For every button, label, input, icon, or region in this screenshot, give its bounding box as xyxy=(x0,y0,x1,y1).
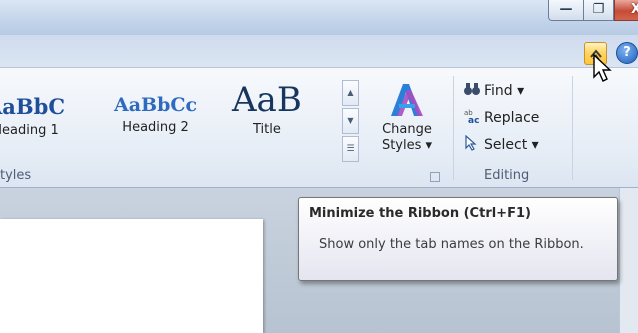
svg-text:ac: ac xyxy=(468,116,479,124)
window-minimize-button[interactable]: — xyxy=(548,0,584,21)
tooltip-body: Show only the tab names on the Ribbon. xyxy=(319,237,584,252)
change-styles-icon xyxy=(391,84,423,116)
style-tile-heading-2[interactable]: AaBbCc Heading 2 xyxy=(114,94,197,135)
group-separator xyxy=(572,76,573,180)
title-bar: — ❐ X xyxy=(0,0,638,35)
ribbon-tab-row xyxy=(0,35,638,67)
style-tile-title[interactable]: AaB Title xyxy=(232,80,302,137)
document-page[interactable] xyxy=(0,219,263,333)
style-name: Heading 2 xyxy=(122,120,189,135)
help-icon: ? xyxy=(623,45,631,60)
replace-label: Replace xyxy=(484,110,540,126)
replace-button[interactable]: ab ac Replace xyxy=(464,107,539,129)
styles-group-label: tyles xyxy=(0,168,32,183)
mouse-pointer-icon xyxy=(593,53,612,82)
change-styles-label-line1: Change xyxy=(382,122,432,137)
style-sample: AaB xyxy=(232,80,302,120)
group-separator xyxy=(453,76,454,180)
restore-icon: ❐ xyxy=(592,2,605,17)
change-styles-button[interactable]: Change Styles ▾ xyxy=(368,80,446,166)
tooltip-title: Minimize the Ribbon (Ctrl+F1) xyxy=(309,206,531,221)
style-name: Title xyxy=(252,122,281,137)
help-button[interactable]: ? xyxy=(616,42,638,64)
binoculars-icon xyxy=(464,82,484,100)
style-sample: AaBbC xyxy=(0,94,66,119)
find-label: Find ▾ xyxy=(484,83,525,99)
change-styles-label-line2: Styles ▾ xyxy=(381,138,433,153)
gallery-scroll-up-button[interactable]: ▲ xyxy=(342,80,359,106)
vertical-scrollbar[interactable] xyxy=(619,188,638,333)
replace-icon: ab ac xyxy=(464,108,484,128)
editing-group-label: Editing xyxy=(484,168,530,183)
ribbon: AaBbC Heading 1 AaBbCc Heading 2 AaB Tit… xyxy=(0,67,638,188)
styles-gallery-scroll: ▲ ▼ ☰ xyxy=(342,80,360,164)
close-icon: X xyxy=(630,2,638,17)
gallery-scroll-down-button[interactable]: ▼ xyxy=(342,108,359,134)
select-button[interactable]: Select ▾ xyxy=(464,134,539,156)
cursor-select-icon xyxy=(464,134,484,155)
window-close-button[interactable]: X xyxy=(614,0,638,21)
window-restore-button[interactable]: ❐ xyxy=(584,0,614,21)
styles-dialog-launcher-icon[interactable] xyxy=(430,172,440,182)
tooltip: Minimize the Ribbon (Ctrl+F1) Show only … xyxy=(298,197,618,281)
find-button[interactable]: Find ▾ xyxy=(464,80,524,102)
style-tile-heading-1[interactable]: AaBbC Heading 1 xyxy=(0,94,65,138)
minimize-icon: — xyxy=(559,2,573,17)
select-label: Select ▾ xyxy=(484,137,539,153)
style-name: Heading 1 xyxy=(0,123,59,138)
style-sample: AaBbCc xyxy=(114,94,198,116)
gallery-more-button[interactable]: ☰ xyxy=(342,136,359,162)
